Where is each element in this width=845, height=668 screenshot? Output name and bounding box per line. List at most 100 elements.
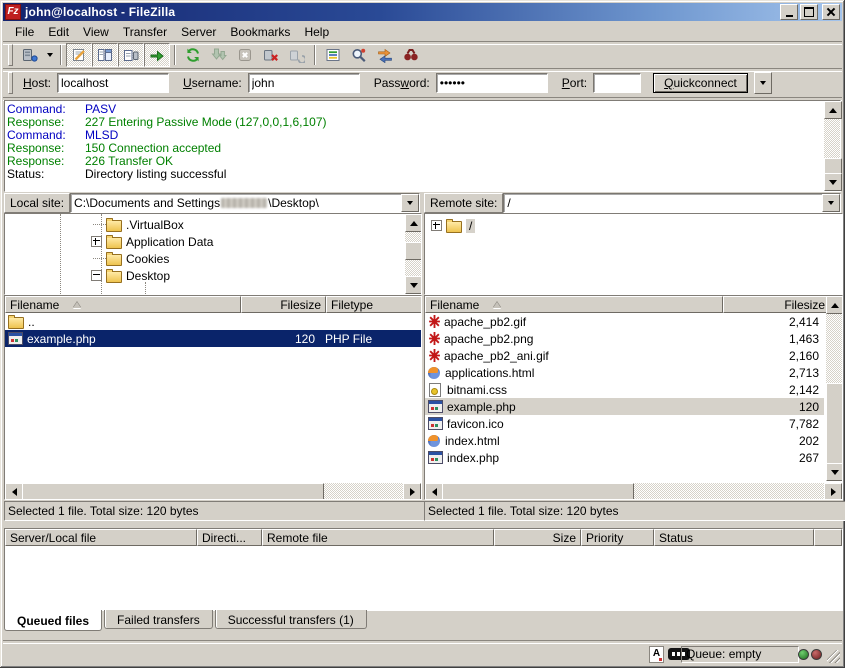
menu-view[interactable]: View — [76, 23, 116, 41]
maximize-button[interactable] — [800, 4, 818, 20]
tree-item-cookies[interactable]: Cookies — [5, 250, 421, 267]
toolbar-grip[interactable] — [8, 44, 13, 66]
quickconnect-button[interactable]: Quickconnect — [653, 73, 748, 93]
tree-item-application-data[interactable]: Application Data — [5, 233, 421, 250]
cancel-button[interactable] — [232, 43, 258, 67]
scroll-left-button[interactable] — [5, 483, 23, 500]
reconnect-button[interactable] — [284, 43, 310, 67]
filename: example.php — [27, 332, 96, 346]
disconnect-button[interactable] — [258, 43, 284, 67]
php-file-icon — [428, 400, 443, 413]
remote-file-row-selected[interactable]: example.php120 — [425, 398, 824, 415]
synchronized-browsing-button[interactable] — [372, 43, 398, 67]
remote-vertical-scrollbar[interactable] — [826, 296, 842, 481]
scroll-thumb[interactable] — [826, 383, 843, 467]
tab-successful-transfers[interactable]: Successful transfers (1) — [215, 610, 367, 629]
remote-site-combo[interactable]: / — [503, 193, 841, 213]
site-manager-button[interactable] — [17, 43, 43, 67]
column-header-filename[interactable]: Filename — [425, 296, 723, 313]
site-manager-dropdown[interactable] — [43, 44, 56, 66]
local-file-row-parent[interactable]: .. — [5, 313, 421, 330]
minimize-icon — [786, 15, 793, 17]
menu-bookmarks[interactable]: Bookmarks — [223, 23, 297, 41]
password-input[interactable] — [436, 73, 548, 93]
remote-file-row[interactable]: favicon.ico7,782 — [425, 415, 824, 432]
column-header-filetype[interactable]: Filetype — [326, 296, 422, 313]
toggle-transfer-queue-button[interactable] — [144, 43, 170, 67]
titlebar[interactable]: Fz john@localhost - FileZilla — [3, 3, 842, 21]
remote-file-row[interactable]: apache_pb2.png1,463 — [425, 330, 824, 347]
remote-file-row[interactable]: apache_pb2.gif2,414 — [425, 313, 824, 330]
column-header-server-local-file[interactable]: Server/Local file — [5, 529, 197, 546]
local-tree-scrollbar[interactable] — [405, 214, 421, 294]
resize-grip[interactable] — [827, 650, 840, 663]
scroll-up-button[interactable] — [826, 296, 843, 314]
menu-server[interactable]: Server — [174, 23, 223, 41]
scroll-up-button[interactable] — [405, 214, 422, 232]
find-files-button[interactable] — [398, 43, 424, 67]
transfer-queue: Server/Local file Directi... Remote file… — [4, 528, 843, 611]
remote-file-row[interactable]: index.html202 — [425, 432, 824, 449]
apache-feather-icon — [428, 349, 441, 362]
host-input[interactable] — [57, 73, 169, 93]
directory-listing-filters-button[interactable] — [320, 43, 346, 67]
quickconnect-grip[interactable] — [8, 72, 13, 94]
scroll-right-button[interactable] — [824, 483, 842, 500]
scroll-left-button[interactable] — [425, 483, 443, 500]
directory-comparison-button[interactable] — [346, 43, 372, 67]
tree-item-virtualbox[interactable]: .VirtualBox — [5, 216, 421, 233]
menu-transfer[interactable]: Transfer — [116, 23, 174, 41]
tab-failed-transfers[interactable]: Failed transfers — [104, 610, 213, 629]
scroll-up-button[interactable] — [824, 101, 842, 119]
remote-horizontal-scrollbar[interactable] — [425, 483, 842, 499]
menu-file[interactable]: File — [8, 23, 41, 41]
tab-queued-files[interactable]: Queued files — [4, 610, 102, 631]
remote-file-row[interactable]: bitnami.css2,142 — [425, 381, 824, 398]
toggle-remote-tree-button[interactable] — [118, 43, 144, 67]
column-header-filesize[interactable]: Filesize — [723, 296, 830, 313]
port-input[interactable] — [593, 73, 641, 93]
remote-tree-icon — [123, 47, 139, 63]
local-site-dropdown[interactable] — [401, 194, 419, 212]
username-input[interactable] — [248, 73, 360, 93]
column-header-status[interactable]: Status — [654, 529, 814, 546]
remote-file-row[interactable]: apache_pb2_ani.gif2,160 — [425, 347, 824, 364]
remote-file-row[interactable]: index.php267 — [425, 449, 824, 466]
quickconnect-dropdown[interactable] — [754, 72, 772, 94]
expand-plus-icon[interactable] — [91, 236, 102, 247]
minimize-button[interactable] — [780, 4, 798, 20]
column-header-filesize[interactable]: Filesize — [241, 296, 326, 313]
tree-item-root[interactable]: / — [425, 217, 842, 234]
arrow-down-icon — [831, 470, 839, 475]
collapse-minus-icon[interactable] — [91, 270, 102, 281]
scroll-thumb[interactable] — [442, 483, 634, 500]
log-scrollbar[interactable] — [824, 101, 840, 191]
scroll-thumb[interactable] — [405, 242, 422, 260]
tree-item-desktop[interactable]: Desktop — [5, 267, 421, 284]
expand-plus-icon[interactable] — [431, 220, 442, 231]
scroll-down-button[interactable] — [826, 463, 843, 481]
column-header-direction[interactable]: Directi... — [197, 529, 262, 546]
column-header-remote-file[interactable]: Remote file — [262, 529, 494, 546]
scroll-thumb[interactable] — [824, 158, 842, 174]
local-horizontal-scrollbar[interactable] — [5, 483, 421, 499]
scroll-down-button[interactable] — [405, 276, 422, 294]
local-file-row-example-php[interactable]: example.php 120 PHP File 1 — [5, 330, 421, 347]
column-header-filename[interactable]: Filename — [5, 296, 241, 313]
toggle-local-tree-button[interactable] — [92, 43, 118, 67]
process-queue-button[interactable] — [206, 43, 232, 67]
column-header-priority[interactable]: Priority — [581, 529, 654, 546]
refresh-button[interactable] — [180, 43, 206, 67]
toggle-message-log-button[interactable] — [66, 43, 92, 67]
menu-edit[interactable]: Edit — [41, 23, 76, 41]
local-tree-icon — [97, 47, 113, 63]
local-site-combo[interactable]: C:\Documents and Settings\Desktop\ — [70, 193, 420, 213]
scroll-down-button[interactable] — [824, 173, 842, 191]
remote-file-row[interactable]: applications.html2,713 — [425, 364, 824, 381]
scroll-thumb[interactable] — [22, 483, 324, 500]
column-header-size[interactable]: Size — [494, 529, 581, 546]
remote-site-dropdown[interactable] — [822, 194, 840, 212]
menu-help[interactable]: Help — [297, 23, 336, 41]
close-button[interactable] — [822, 4, 840, 20]
scroll-right-button[interactable] — [403, 483, 421, 500]
